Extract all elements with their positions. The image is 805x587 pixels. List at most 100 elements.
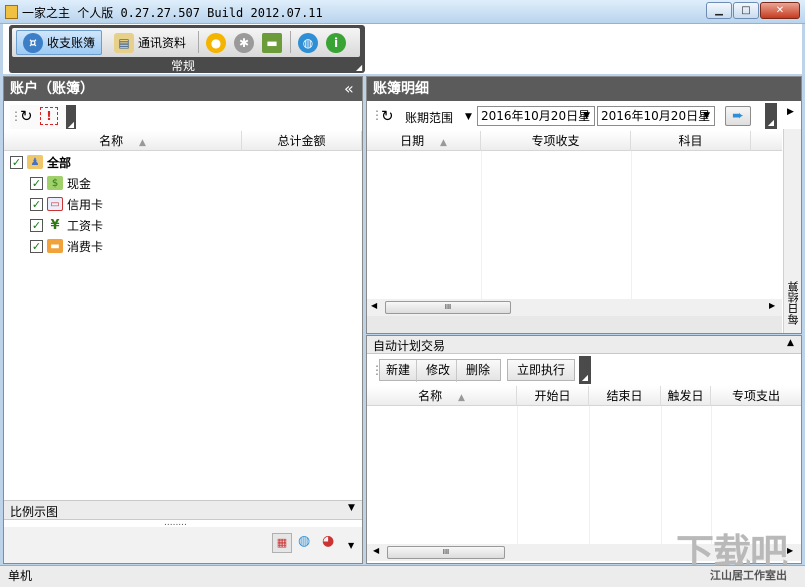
chevron-down-icon: ▼ — [703, 111, 710, 121]
chart-globe-icon[interactable]: ◍ — [298, 533, 310, 549]
date-to-select[interactable]: 2016年10月20日星 ▼ — [597, 106, 715, 126]
chart-options-icon[interactable]: ▼ — [348, 541, 354, 550]
toolbar-divider — [290, 31, 291, 53]
auto-toolbar: ⋮ 新建 修改 删除 立即执行 ◢ — [369, 356, 591, 384]
column-name-label: 名称 — [99, 134, 124, 148]
delete-button[interactable]: 删除 — [460, 360, 496, 382]
ledger-footer — [367, 316, 782, 333]
range-dropdown-icon[interactable]: ▼ — [465, 112, 472, 122]
accounts-header: 账户（账簿） — [4, 77, 362, 101]
column-name[interactable]: 名称 ▲ — [4, 131, 242, 151]
column-date[interactable]: 日期 ▲ — [367, 131, 481, 151]
toolbar-group-label: 常规 — [170, 59, 195, 73]
back-arrow-icon[interactable]: ➨ — [725, 106, 751, 126]
ledger-hscrollbar[interactable]: ◀ III ▶ — [367, 299, 782, 316]
all-accounts-icon: ♟ — [27, 155, 43, 169]
scroll-right-icon[interactable]: ▶ — [769, 301, 775, 310]
checkbox-salary-card[interactable]: ✓ — [30, 218, 43, 232]
column-total[interactable]: 总计金额 — [242, 131, 362, 151]
refresh-icon[interactable]: ↻ — [381, 107, 394, 125]
tree-item-credit-card[interactable]: ✓ ▭ 信用卡 — [30, 194, 103, 214]
tree-item-cash[interactable]: ✓ $ 现金 — [30, 173, 91, 193]
tree-item-label: 工资卡 — [67, 218, 104, 233]
status-mode: 单机 — [8, 569, 33, 583]
column-name[interactable]: 名称 ▲ — [367, 386, 517, 406]
tree-item-label: 现金 — [67, 176, 92, 191]
ledger-icon: ¤ — [23, 32, 43, 53]
scroll-right-icon[interactable]: ▶ — [787, 546, 793, 555]
close-button[interactable]: ✕ — [760, 2, 800, 19]
ledger-header: 账簿明细 — [367, 77, 801, 101]
date-from-select[interactable]: 2016年10月20日星 ▼ — [477, 106, 595, 126]
column-start-date[interactable]: 开始日 — [517, 386, 589, 406]
edit-button[interactable]: 修改 — [420, 360, 458, 382]
tips-button[interactable]: ● — [204, 30, 228, 55]
checkbox-all[interactable]: ✓ — [10, 155, 23, 169]
tree-item-label: 消费卡 — [67, 239, 104, 254]
checkbox-cash[interactable]: ✓ — [30, 176, 43, 190]
auto-title: 自动计划交易 — [373, 339, 446, 353]
toolbar-overflow-icon[interactable]: ◢ — [765, 103, 777, 129]
checkbox-consumer-card[interactable]: ✓ — [30, 239, 43, 253]
about-button[interactable]: i — [324, 30, 348, 55]
scroll-right-icon[interactable]: ▶ — [787, 107, 794, 117]
date-from-value: 2016年10月20日星 — [481, 109, 591, 123]
minimize-button[interactable]: ▁ — [706, 2, 732, 19]
tree-item-label: 全部 — [47, 155, 72, 170]
tree-item-all[interactable]: ✓ ♟ 全部 — [10, 152, 71, 172]
chart-dropdown-icon[interactable]: ▼ — [348, 503, 355, 513]
scroll-thumb[interactable]: III — [387, 546, 505, 559]
scroll-thumb[interactable]: III — [385, 301, 511, 314]
toolbar-overflow-icon[interactable]: ◢ — [66, 105, 76, 129]
cash-icon: $ — [47, 176, 63, 190]
grid-line — [481, 151, 482, 299]
salary-card-icon: ¥ — [50, 217, 60, 233]
contacts-icon: ▤ — [114, 32, 134, 53]
toolbar-overflow-icon[interactable]: ◢ — [579, 356, 591, 384]
accounts-tree: ✓ ♟ 全部 ✓ $ 现金 ✓ ▭ 信用卡 ✓ ¥ 工资卡 ✓ ▬ 消费卡 — [4, 152, 362, 507]
scroll-left-icon[interactable]: ◀ — [373, 546, 379, 555]
column-special-expense[interactable]: 专项支出 — [711, 386, 801, 406]
update-button[interactable]: ◍ — [296, 30, 320, 55]
collapse-icon[interactable]: ▲ — [787, 338, 794, 348]
maximize-button[interactable]: □ — [733, 2, 759, 19]
range-label: 账期范围 — [405, 111, 454, 125]
chart-pie-icon[interactable]: ◕ — [322, 533, 334, 549]
column-trigger-date[interactable]: 触发日 — [661, 386, 711, 406]
tree-item-salary-card[interactable]: ✓ ¥ 工资卡 — [30, 215, 103, 235]
grid-line — [661, 406, 662, 544]
grid-line — [589, 406, 590, 544]
refresh-icon[interactable]: ↻ — [20, 107, 33, 125]
column-date-label: 日期 — [400, 134, 425, 148]
column-end-date[interactable]: 结束日 — [589, 386, 661, 406]
column-special[interactable]: 专项收支 — [481, 131, 631, 151]
accounts-toolbar: ⋮ ↻ ! ◢ — [10, 105, 76, 129]
chart-section-bar[interactable]: 比例示图 ▼ — [4, 500, 362, 520]
status-bar: 单机 江山居工作室出 — [0, 565, 805, 587]
date-to-value: 2016年10月20日星 — [601, 109, 711, 123]
column-name-label: 名称 — [418, 389, 443, 403]
globe-icon: ◍ — [298, 32, 318, 53]
table-view-icon[interactable]: ▦ — [272, 533, 292, 553]
new-button[interactable]: 新建 — [380, 360, 418, 382]
daily-settlement-tab[interactable]: 每日结算 — [783, 129, 801, 333]
contacts-button[interactable]: ▤ 通讯资料 — [108, 30, 192, 55]
execute-now-button[interactable]: 立即执行 — [507, 359, 575, 381]
watermark-caption: 江山居工作室出 — [710, 569, 787, 582]
sign-button[interactable]: ▬ — [260, 30, 284, 55]
group-expand-icon[interactable]: ◢ — [356, 64, 364, 72]
collapse-panel-button[interactable]: « — [344, 79, 354, 98]
settings-button[interactable]: ✱ — [232, 30, 256, 55]
alert-icon[interactable]: ! — [40, 107, 58, 125]
bulb-icon: ● — [206, 32, 226, 53]
scroll-left-icon[interactable]: ◀ — [371, 301, 377, 310]
ledger-title: 账簿明细 — [373, 81, 429, 97]
accounts-panel: 账户（账簿） « ⋮ ↻ ! ◢ 名称 ▲ 总计金额 ✓ ♟ 全部 ✓ $ 现金… — [3, 76, 363, 564]
grid-line — [631, 151, 632, 299]
column-subject[interactable]: 科目 — [631, 131, 751, 151]
checkbox-credit-card[interactable]: ✓ — [30, 197, 43, 211]
window-title: 一家之主 个人版 0.27.27.507 Build 2012.07.11 — [22, 6, 323, 20]
ledger-toolbar: ⋮ ↻ 账期范围 ▼ 2016年10月20日星 ▼ 2016年10月20日星 ▼… — [367, 103, 782, 129]
ledger-button[interactable]: ¤ 收支账簿 — [16, 30, 103, 55]
tree-item-consumer-card[interactable]: ✓ ▬ 消费卡 — [30, 236, 103, 256]
